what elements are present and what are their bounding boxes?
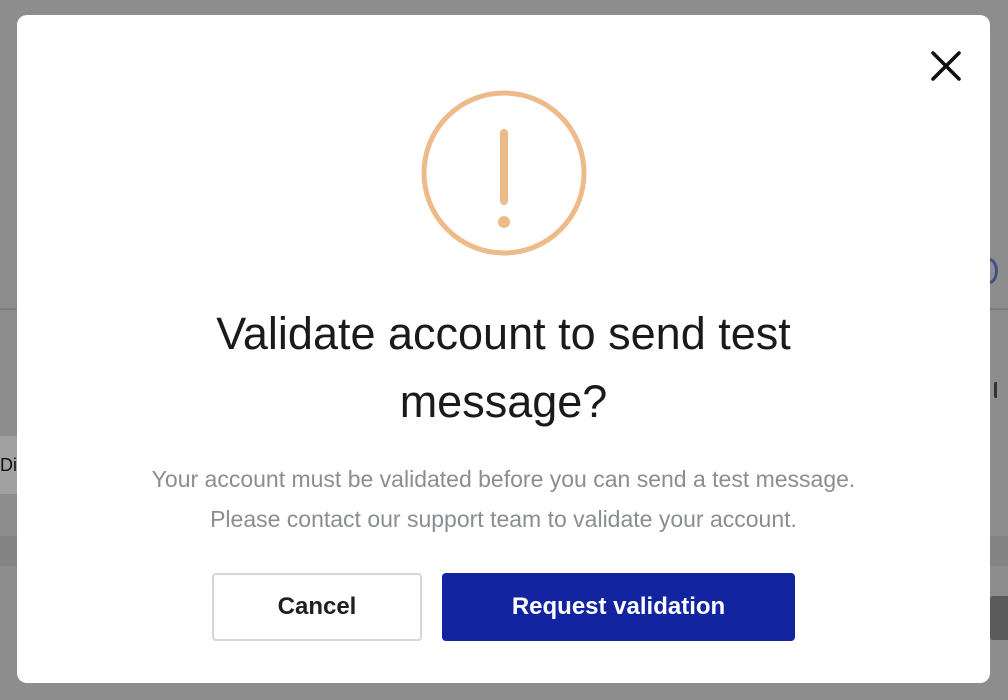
background-left-tab-label: Di — [0, 455, 17, 475]
request-validation-button[interactable]: Request validation — [442, 573, 795, 641]
validation-modal: Validate account to send test message? Y… — [17, 15, 990, 683]
description-line-2: Please contact our support team to valid… — [210, 506, 797, 532]
background-mark — [994, 382, 1004, 398]
description-line-1: Your account must be validated before yo… — [151, 466, 856, 492]
warning-icon-wrapper — [420, 89, 588, 257]
cancel-button[interactable]: Cancel — [212, 573, 422, 641]
background-left-tab: Di — [0, 436, 18, 494]
modal-description: Your account must be validated before yo… — [57, 459, 950, 539]
close-icon — [931, 51, 961, 81]
close-button[interactable] — [927, 47, 965, 85]
modal-title: Validate account to send test message? — [216, 308, 791, 427]
exclamation-circle-icon — [421, 90, 587, 256]
background-button — [990, 596, 1008, 640]
